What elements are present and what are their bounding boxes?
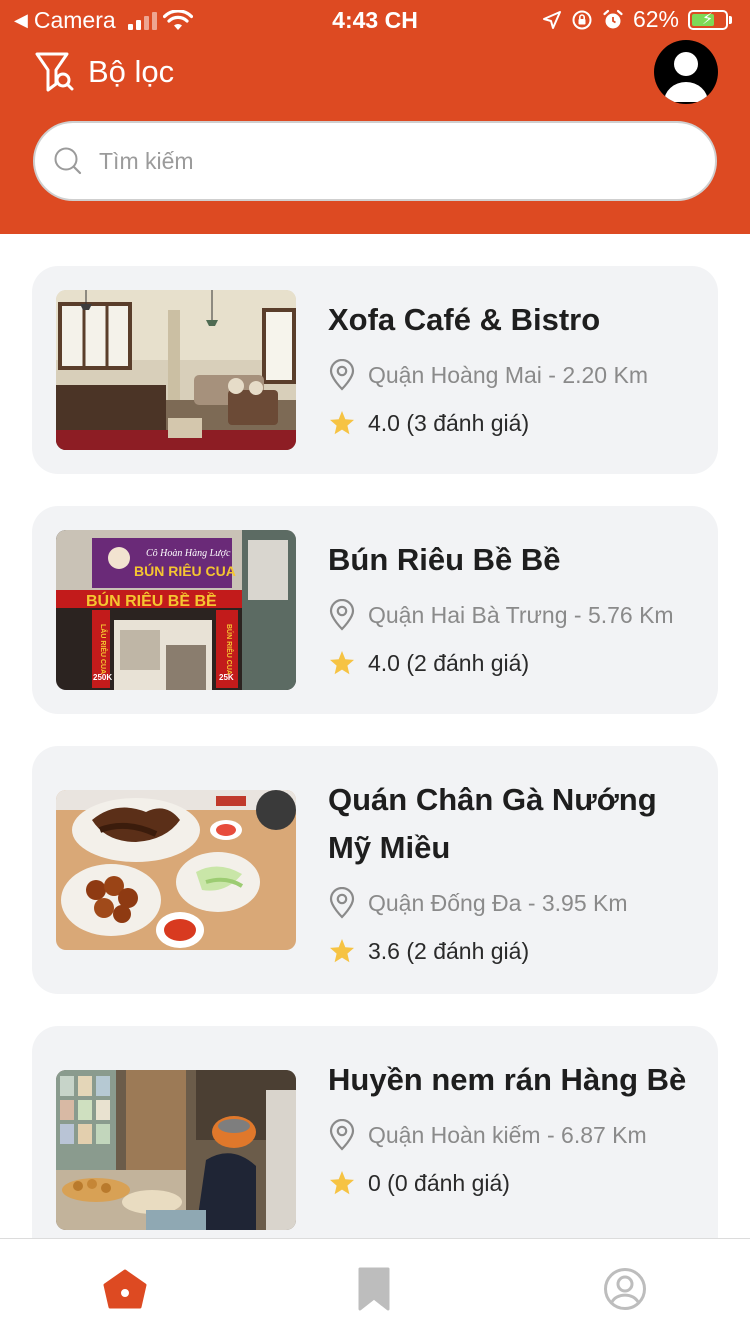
restaurant-card[interactable]: Quán Chân Gà Nướng Mỹ Miều Quận Đống Đa … xyxy=(32,746,718,994)
location-pin-icon xyxy=(329,599,355,631)
restaurant-location-text: Quận Hoàng Mai - 2.20 Km xyxy=(368,361,648,388)
avatar-button[interactable] xyxy=(654,40,718,104)
signboard-line1: Cô Hoàn Hàng Lược xyxy=(146,548,231,559)
battery-cap xyxy=(729,15,732,24)
restaurant-location: Quận Hai Bà Trưng - 5.76 Km xyxy=(328,594,708,636)
location-pin-icon xyxy=(329,887,355,919)
restaurant-rating-text: 4.0 (3 đánh giá) xyxy=(368,409,530,436)
restaurant-name: Quán Chân Gà Nướng Mỹ Miều xyxy=(328,782,657,865)
restaurant-photo xyxy=(56,1070,296,1230)
restaurant-info: Xofa Café & Bistro Quận Hoàng Mai - 2.20… xyxy=(328,296,708,444)
restaurant-rating: 3.6 (2 đánh giá) xyxy=(328,930,708,972)
star-icon xyxy=(330,939,354,963)
restaurant-info: Bún Riêu Bề Bề Quận Hai Bà Trưng - 5.76 … xyxy=(328,536,708,684)
filter-icon xyxy=(35,52,74,92)
restaurant-info: Quán Chân Gà Nướng Mỹ Miều Quận Đống Đa … xyxy=(328,776,708,972)
filter-label: Bộ lọc xyxy=(88,54,175,89)
tab-home[interactable] xyxy=(95,1263,155,1315)
restaurant-card[interactable]: Huyền nem rán Hàng Bè Quận Hoàn kiếm - 6… xyxy=(32,1026,718,1238)
restaurant-location: Quận Đống Đa - 3.95 Km xyxy=(328,882,708,924)
restaurant-name: Bún Riêu Bề Bề xyxy=(328,542,561,577)
location-arrow-icon xyxy=(542,10,561,29)
alarm-icon xyxy=(603,9,623,28)
restaurant-rating: 4.0 (3 đánh giá) xyxy=(328,402,708,444)
restaurant-name: Xofa Café & Bistro xyxy=(328,302,601,337)
restaurant-photo: Cô Hoàn Hàng Lược BÚN RIÊU CUA BÚN RIÊU … xyxy=(56,530,296,690)
restaurant-photo xyxy=(56,290,296,450)
noodle-shop-photo: Cô Hoàn Hàng Lược BÚN RIÊU CUA BÚN RIÊU … xyxy=(56,530,296,690)
restaurant-rating-text: 0 (0 đánh giá) xyxy=(368,1169,510,1196)
star-icon xyxy=(330,1171,354,1195)
tab-saved[interactable] xyxy=(344,1263,404,1315)
restaurant-rating-text: 3.6 (2 đánh giá) xyxy=(368,937,530,964)
restaurant-rating-text: 4.0 (2 đánh giá) xyxy=(368,649,530,676)
signboard-line2: BÚN RIÊU CUA xyxy=(134,562,236,579)
signboard-price-right: 25K xyxy=(219,673,234,682)
location-pin-icon xyxy=(329,1119,355,1151)
user-avatar-icon xyxy=(664,52,708,102)
restaurant-card[interactable]: Xofa Café & Bistro Quận Hoàng Mai - 2.20… xyxy=(32,266,718,474)
restaurant-location-text: Quận Hai Bà Trưng - 5.76 Km xyxy=(368,601,674,628)
bottom-tab-bar xyxy=(0,1238,750,1335)
home-icon xyxy=(103,1269,147,1309)
battery-percent: 62% xyxy=(632,6,679,32)
battery-icon: ⚡ xyxy=(688,9,728,30)
tab-profile[interactable] xyxy=(595,1263,655,1315)
street-food-stall-photo xyxy=(56,1070,296,1230)
restaurant-location: Quận Hoàn kiếm - 6.87 Km xyxy=(328,1114,708,1156)
location-pin-icon xyxy=(329,359,355,391)
search-bar[interactable] xyxy=(33,121,717,201)
restaurant-location-text: Quận Hoàn kiếm - 6.87 Km xyxy=(368,1121,647,1148)
signboard-line3: BÚN RIÊU BỀ BỀ xyxy=(86,591,217,610)
grilled-chicken-feet-photo xyxy=(56,790,296,950)
status-bar: ◀ Camera 4:43 CH 62% ⚡ xyxy=(0,0,750,42)
search-input[interactable] xyxy=(97,146,661,176)
restaurant-info: Huyền nem rán Hàng Bè Quận Hoàn kiếm - 6… xyxy=(328,1056,708,1204)
cafe-interior-photo xyxy=(56,290,296,450)
search-icon xyxy=(54,147,82,175)
filter-button[interactable]: Bộ lọc xyxy=(34,50,174,94)
star-icon xyxy=(330,651,354,675)
star-icon xyxy=(330,411,354,435)
restaurant-location-text: Quận Đống Đa - 3.95 Km xyxy=(368,889,628,916)
restaurant-rating: 4.0 (2 đánh giá) xyxy=(328,642,708,684)
signboard-price-left: 250K xyxy=(93,673,112,682)
status-right: 62% ⚡ xyxy=(542,6,732,33)
restaurant-photo xyxy=(56,790,296,950)
app-header: ◀ Camera 4:43 CH 62% ⚡ Bộ lọc Tìm kiếm xyxy=(0,0,750,234)
restaurant-rating: 0 (0 đánh giá) xyxy=(328,1162,708,1204)
signboard-side-left: LẨU RIÊU CUA xyxy=(99,624,108,674)
user-circle-icon xyxy=(604,1268,646,1310)
rotation-lock-icon xyxy=(572,10,592,29)
restaurant-location: Quận Hoàng Mai - 2.20 Km xyxy=(328,354,708,396)
restaurant-card[interactable]: Cô Hoàn Hàng Lược BÚN RIÊU CUA BÚN RIÊU … xyxy=(32,506,718,714)
bookmark-icon xyxy=(358,1267,390,1311)
restaurant-list[interactable]: Xofa Café & Bistro Quận Hoàng Mai - 2.20… xyxy=(0,234,750,1238)
restaurant-name: Huyền nem rán Hàng Bè xyxy=(328,1062,687,1097)
signboard-side-right: BÚN RIÊU CUA xyxy=(225,624,234,675)
